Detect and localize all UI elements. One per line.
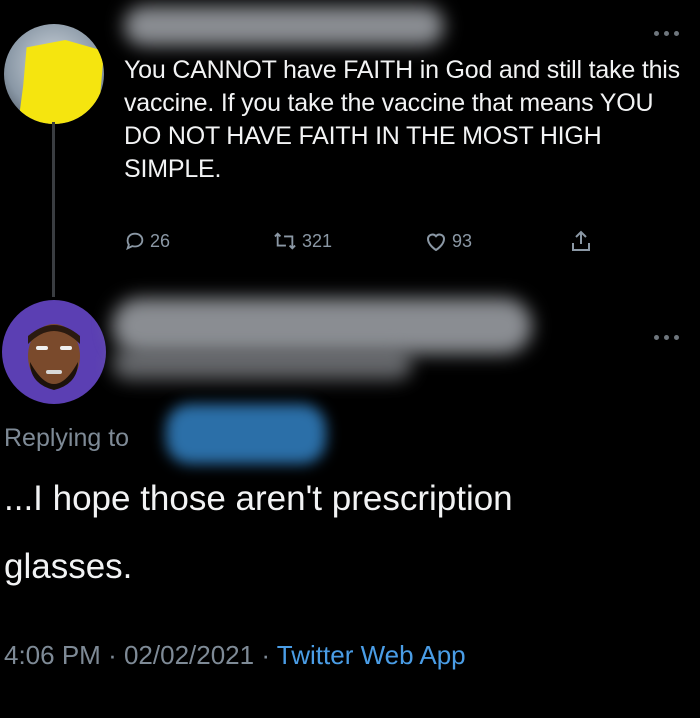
more-icon[interactable] [654,28,690,38]
redacted-username-blur [124,6,444,46]
like-count: 93 [452,230,473,251]
replying-to-label: Replying to [4,424,130,452]
retweet-icon [274,232,296,250]
redacted-mention-blur[interactable] [166,404,326,464]
author-avatar[interactable] [4,24,104,124]
tweet-meta: 4:06 PM · 02/02/2021 · Twitter Web App [4,640,466,671]
retweet-count: 321 [302,230,333,251]
reply-count: 26 [150,230,171,251]
redacted-reply-handle-blur [112,348,412,380]
tweet-source[interactable]: Twitter Web App [277,640,466,670]
avatar-redaction [18,40,104,124]
meta-separator: · [108,640,117,670]
reply-icon [126,232,144,251]
like-button[interactable]: 93 [424,226,472,256]
redacted-reply-name-blur [112,298,532,354]
reply-text: ...I hope those aren't prescription glas… [4,476,694,590]
share-button[interactable] [570,226,592,256]
meta-separator-2: · [261,640,271,670]
like-icon [426,233,446,252]
reply-text-line1: ...I hope those aren't prescription [4,479,513,518]
reply-more-icon[interactable] [654,332,690,342]
tweet-time[interactable]: 4:06 PM [4,640,101,670]
cartoon-face-icon [28,324,80,390]
tweet-date[interactable]: 02/02/2021 [124,640,254,670]
reply-author-avatar[interactable] [2,300,106,404]
reply-text-line2: glasses. [4,547,133,586]
thread-line [52,122,55,297]
retweet-button[interactable]: 321 [272,226,332,256]
share-icon [572,230,590,251]
tweet-text: You CANNOT have FAITH in God and still t… [124,56,680,183]
reply-button[interactable]: 26 [124,226,170,256]
